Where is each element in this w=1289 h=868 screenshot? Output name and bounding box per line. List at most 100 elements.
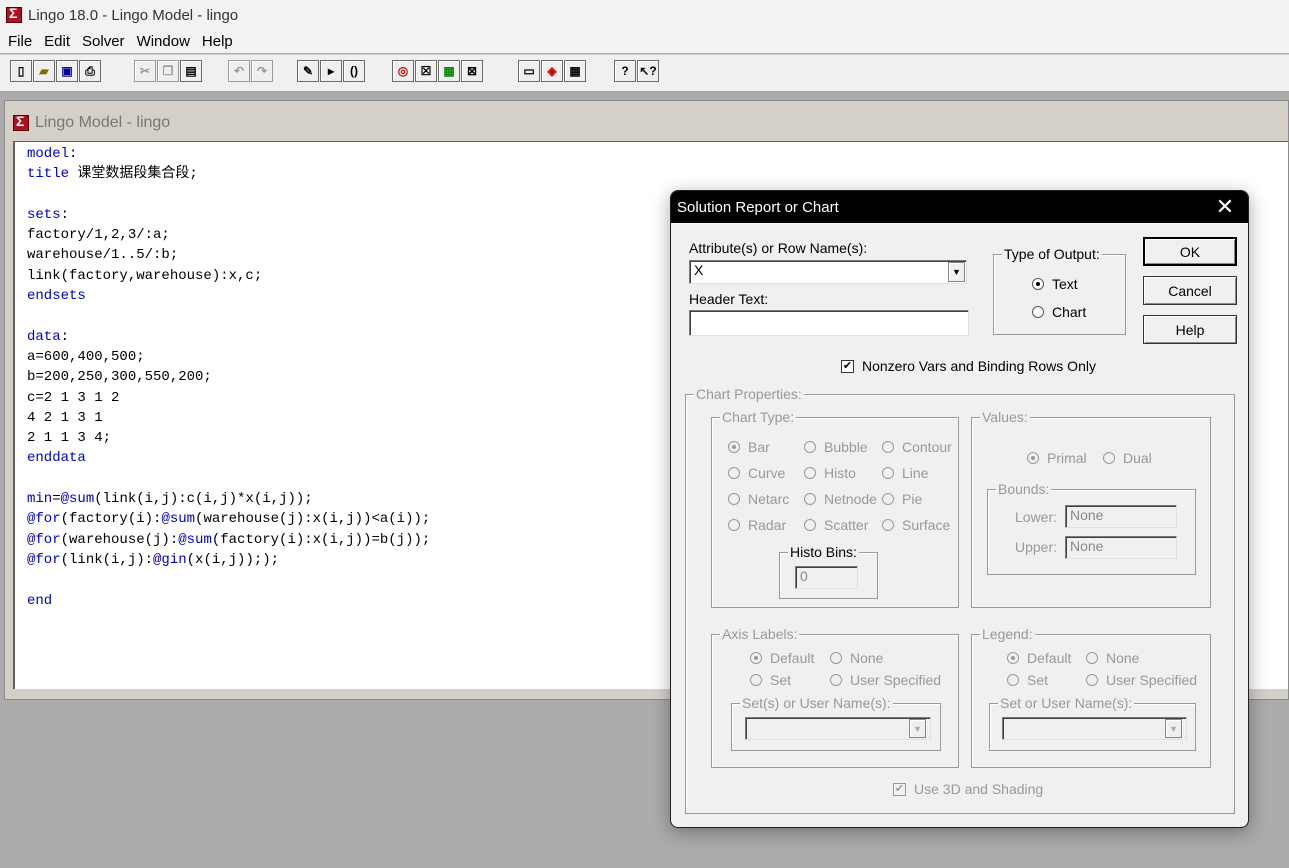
legend-none[interactable]: None [1086, 650, 1139, 666]
axis-none[interactable]: None [830, 650, 883, 666]
use-3d-checkbox[interactable]: ✔ Use 3D and Shading [893, 781, 1043, 797]
legend-names-combo[interactable] [1002, 717, 1187, 740]
cancel-button[interactable]: Cancel [1143, 276, 1237, 305]
type-of-output-title: Type of Output: [1002, 246, 1102, 262]
lower-label: Lower: [1015, 509, 1058, 525]
values-primal[interactable]: Primal [1027, 450, 1087, 466]
print-icon[interactable]: ⎙ [79, 60, 101, 82]
axis-set[interactable]: Set [750, 672, 791, 688]
axis-user-specified[interactable]: User Specified [830, 672, 941, 688]
values-dual-dot [1103, 452, 1115, 464]
new-file-icon[interactable]: ▯ [10, 60, 32, 82]
menu-window[interactable]: Window [131, 33, 196, 50]
chart-type-surface[interactable]: Surface [882, 517, 950, 533]
axis-default[interactable]: Default [750, 650, 814, 666]
chart-type-histo-dot [804, 467, 816, 479]
solve-icon[interactable]: ◎ [392, 60, 414, 82]
radio-chart[interactable]: Chart [1032, 304, 1086, 320]
cut-icon[interactable]: ✂ [134, 60, 156, 82]
ok-button[interactable]: OK [1143, 237, 1237, 266]
send-to-back-icon[interactable]: ◈ [541, 60, 563, 82]
legend-default[interactable]: Default [1007, 650, 1071, 666]
chart-type-line[interactable]: Line [882, 465, 928, 481]
axis-names-combo[interactable] [745, 717, 931, 740]
close-all-icon[interactable]: ⊠ [461, 60, 483, 82]
help-icon[interactable]: ? [614, 60, 636, 82]
chart-type-bubble-dot [804, 441, 816, 453]
chart-type-scatter[interactable]: Scatter [804, 517, 868, 533]
matrix-picture-icon[interactable]: ▦ [438, 60, 460, 82]
goto-line-icon[interactable]: ▸ [320, 60, 342, 82]
lingo-logo-icon [13, 113, 29, 131]
menu-help[interactable]: Help [196, 33, 239, 50]
code-line: enddata [27, 450, 86, 467]
model-window-titlebar[interactable]: Lingo Model - lingo [13, 111, 170, 135]
legend-none-dot [1086, 652, 1098, 664]
chart-type-line-dot [882, 467, 894, 479]
code-line: @for(link(i,j):@gin(x(i,j));); [27, 551, 280, 568]
axis-none-label: None [850, 650, 884, 666]
chart-type-bubble[interactable]: Bubble [804, 439, 868, 455]
upper-bound-input[interactable]: None [1065, 536, 1177, 559]
close-icon[interactable]: ✕ [1212, 194, 1238, 220]
save-icon[interactable]: ▣ [56, 60, 78, 82]
chart-type-bar[interactable]: Bar [728, 439, 770, 455]
find-icon[interactable]: ✎ [297, 60, 319, 82]
legend-title: Legend: [980, 626, 1035, 642]
chart-type-curve-label: Curve [748, 465, 786, 481]
code-line: a=600,400,500; [27, 348, 145, 365]
code-line: sets: [27, 206, 70, 223]
chart-type-contour[interactable]: Contour [882, 439, 952, 455]
dialog-titlebar: Solution Report or Chart ✕ [671, 191, 1248, 223]
tile-icon[interactable]: ▭ [518, 60, 540, 82]
match-paren-icon[interactable]: () [343, 60, 365, 82]
header-text-input[interactable] [689, 310, 969, 336]
chart-type-curve[interactable]: Curve [728, 465, 785, 481]
chart-type-netarc[interactable]: Netarc [728, 491, 789, 507]
chevron-down-icon[interactable]: ▼ [1165, 719, 1182, 738]
cascade-icon[interactable]: ▦ [564, 60, 586, 82]
legend-set[interactable]: Set [1007, 672, 1048, 688]
chart-type-netnode[interactable]: Netnode [804, 491, 877, 507]
values-dual[interactable]: Dual [1103, 450, 1152, 466]
chart-type-radar-dot [728, 519, 740, 531]
chart-type-bubble-label: Bubble [824, 439, 868, 455]
chart-type-netarc-dot [728, 493, 740, 505]
paste-icon[interactable]: ▤ [180, 60, 202, 82]
open-file-icon[interactable]: ▰ [33, 60, 55, 82]
axis-set-dot [750, 674, 762, 686]
values-primal-label: Primal [1047, 450, 1087, 466]
code-line: endsets [27, 288, 86, 305]
toolbar: ▯ ▰ ▣ ⎙ ✂ ❐ ▤ ↶ ↷ ✎ ▸ () ◎ ☒ ▦ ⊠ ▭ ◈ ▦ ?… [0, 54, 1289, 92]
menu-solver[interactable]: Solver [76, 33, 131, 50]
chart-type-pie[interactable]: Pie [882, 491, 922, 507]
chart-type-netnode-label: Netnode [824, 491, 877, 507]
radio-text[interactable]: Text [1032, 276, 1078, 292]
lower-bound-input[interactable]: None [1065, 505, 1177, 528]
undo-icon[interactable]: ↶ [228, 60, 250, 82]
type-of-output-group: Type of Output: [993, 246, 1126, 335]
redo-icon[interactable]: ↷ [251, 60, 273, 82]
chevron-down-icon[interactable]: ▼ [909, 719, 926, 738]
chart-type-histo-label: Histo [824, 465, 856, 481]
legend-user-specified[interactable]: User Specified [1086, 672, 1197, 688]
copy-icon[interactable]: ❐ [157, 60, 179, 82]
code-line: factory/1,2,3/:a; [27, 227, 170, 244]
radio-chart-dot [1032, 306, 1044, 318]
chevron-down-icon[interactable]: ▼ [948, 262, 965, 282]
chart-properties-title: Chart Properties: [694, 386, 804, 402]
chart-type-radar[interactable]: Radar [728, 517, 786, 533]
context-help-icon[interactable]: ↖? [637, 60, 659, 82]
chart-type-title: Chart Type: [720, 409, 797, 425]
attribute-combo[interactable]: X [689, 260, 967, 284]
radio-text-dot [1032, 278, 1044, 290]
model-window-title: Lingo Model - lingo [35, 114, 171, 131]
histo-bins-input[interactable]: 0 [795, 566, 858, 589]
menu-edit[interactable]: Edit [38, 33, 76, 50]
chart-type-histo[interactable]: Histo [804, 465, 856, 481]
menu-file[interactable]: File [2, 33, 38, 50]
values-title: Values: [980, 409, 1030, 425]
nonzero-checkbox[interactable]: ✔ Nonzero Vars and Binding Rows Only [841, 358, 1096, 374]
help-button[interactable]: Help [1143, 315, 1237, 344]
solution-icon[interactable]: ☒ [415, 60, 437, 82]
